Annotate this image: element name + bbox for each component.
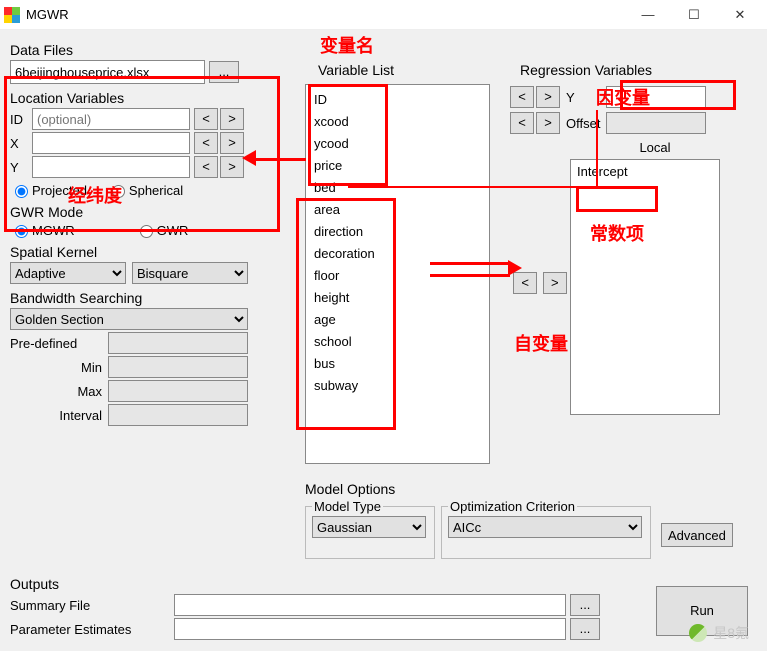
- variable-item-area[interactable]: area: [314, 199, 481, 221]
- y-prev-button[interactable]: <: [194, 156, 218, 178]
- maximize-button[interactable]: ☐: [671, 1, 717, 29]
- regression-variables-label: Regression Variables: [520, 62, 652, 78]
- variable-item-subway[interactable]: subway: [314, 375, 481, 397]
- gwr-mode-label: GWR Mode: [10, 204, 282, 220]
- id-prev-button[interactable]: <: [194, 108, 218, 130]
- variable-item-ycood[interactable]: ycood: [314, 133, 481, 155]
- variable-item-direction[interactable]: direction: [314, 221, 481, 243]
- min-input: [108, 356, 248, 378]
- regvar-y-label: Y: [566, 90, 578, 105]
- summary-file-input[interactable]: [174, 594, 566, 616]
- predef-label: Pre-defined: [10, 336, 108, 351]
- opt-criterion-label: Optimization Criterion: [448, 499, 577, 514]
- offset-label: Offset: [566, 116, 600, 131]
- model-options-label: Model Options: [305, 481, 750, 497]
- projected-radio[interactable]: Projected: [10, 182, 87, 198]
- location-variables-label: Location Variables: [10, 90, 282, 106]
- close-button[interactable]: ✕: [717, 1, 763, 29]
- max-label: Max: [10, 384, 108, 399]
- local-next-button[interactable]: >: [543, 272, 567, 294]
- wechat-icon: [689, 624, 707, 642]
- gwr-radio[interactable]: GWR: [135, 222, 189, 238]
- bw-method-select[interactable]: Golden Section: [10, 308, 248, 330]
- x-prev-button[interactable]: <: [194, 132, 218, 154]
- offset-input: [606, 112, 706, 134]
- variable-list-label: Variable List: [318, 62, 394, 78]
- data-files-input[interactable]: [10, 60, 205, 84]
- mgwr-radio[interactable]: MGWR: [10, 222, 75, 238]
- x-label: X: [10, 136, 32, 151]
- ann-variable-name: 变量名: [320, 32, 374, 58]
- offset-next-button[interactable]: >: [536, 112, 560, 134]
- id-next-button[interactable]: >: [220, 108, 244, 130]
- spherical-radio[interactable]: Spherical: [107, 182, 183, 198]
- variable-item-height[interactable]: height: [314, 287, 481, 309]
- param-est-label: Parameter Estimates: [10, 622, 174, 637]
- browse-data-button[interactable]: ...: [209, 61, 239, 83]
- outputs-label: Outputs: [10, 576, 640, 592]
- kernel-func-select[interactable]: Bisquare: [132, 262, 248, 284]
- intercept-item[interactable]: Intercept: [577, 164, 713, 179]
- app-title: MGWR: [26, 7, 69, 22]
- variable-item-school[interactable]: school: [314, 331, 481, 353]
- variable-item-age[interactable]: age: [314, 309, 481, 331]
- param-browse-button[interactable]: ...: [570, 618, 600, 640]
- x-next-button[interactable]: >: [220, 132, 244, 154]
- id-label: ID: [10, 112, 32, 127]
- id-input[interactable]: [32, 108, 190, 130]
- summary-file-label: Summary File: [10, 598, 174, 613]
- variable-item-xcood[interactable]: xcood: [314, 111, 481, 133]
- watermark: 星8氪: [689, 623, 749, 643]
- param-est-input[interactable]: [174, 618, 566, 640]
- variable-item-decoration[interactable]: decoration: [314, 243, 481, 265]
- model-type-select[interactable]: Gaussian: [312, 516, 426, 538]
- variable-list[interactable]: IDxcoodycoodpricebedareadirectiondecorat…: [305, 84, 490, 464]
- x-input[interactable]: [32, 132, 190, 154]
- minimize-button[interactable]: —: [625, 1, 671, 29]
- y-next-button[interactable]: >: [536, 86, 560, 108]
- app-icon: [4, 7, 20, 23]
- variable-item-price[interactable]: price: [314, 155, 481, 177]
- max-input: [108, 380, 248, 402]
- y-next-button[interactable]: >: [220, 156, 244, 178]
- bandwidth-searching-label: Bandwidth Searching: [10, 290, 282, 306]
- min-label: Min: [10, 360, 108, 375]
- y-prev-button[interactable]: <: [510, 86, 534, 108]
- y-var-input[interactable]: [606, 86, 706, 108]
- local-label: Local: [570, 140, 740, 155]
- advanced-button[interactable]: Advanced: [661, 523, 733, 547]
- variable-item-floor[interactable]: floor: [314, 265, 481, 287]
- data-files-label: Data Files: [10, 42, 282, 58]
- opt-criterion-select[interactable]: AICc: [448, 516, 642, 538]
- y-input[interactable]: [32, 156, 190, 178]
- variable-item-bus[interactable]: bus: [314, 353, 481, 375]
- spatial-kernel-label: Spatial Kernel: [10, 244, 282, 260]
- model-type-label: Model Type: [312, 499, 383, 514]
- kernel-type-select[interactable]: Adaptive: [10, 262, 126, 284]
- y-label: Y: [10, 160, 32, 175]
- local-list[interactable]: Intercept: [570, 159, 720, 415]
- titlebar: MGWR — ☐ ✕: [0, 0, 767, 30]
- variable-item-id[interactable]: ID: [314, 89, 481, 111]
- predef-input: [108, 332, 248, 354]
- local-prev-button[interactable]: <: [513, 272, 537, 294]
- interval-input: [108, 404, 248, 426]
- variable-item-bed[interactable]: bed: [314, 177, 481, 199]
- offset-prev-button[interactable]: <: [510, 112, 534, 134]
- interval-label: Interval: [10, 408, 108, 423]
- summary-browse-button[interactable]: ...: [570, 594, 600, 616]
